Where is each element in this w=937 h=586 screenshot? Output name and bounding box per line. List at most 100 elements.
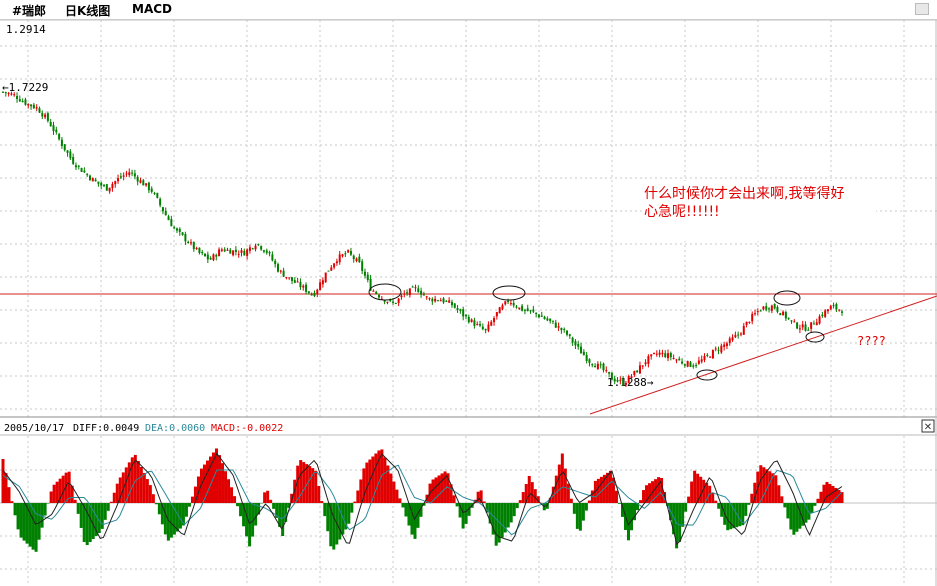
candle-body [841, 311, 843, 313]
candle-body [324, 272, 327, 283]
candle-body [481, 326, 484, 330]
candle-body [316, 289, 319, 295]
candle-body [291, 277, 294, 281]
candle-body [692, 365, 695, 367]
candle-body [319, 282, 322, 291]
candle-body [212, 254, 215, 261]
candle-body [498, 307, 501, 314]
candle-body [546, 318, 549, 321]
candle-body [518, 307, 521, 310]
candle-body [344, 253, 347, 255]
candle-body [669, 353, 672, 358]
candle-body [456, 308, 459, 310]
candle-body [647, 356, 650, 364]
candle-body [608, 371, 611, 374]
candle-body [237, 253, 240, 255]
candle-body [507, 300, 510, 303]
candle-body [801, 324, 804, 328]
candle-body [838, 309, 841, 311]
candle-body [773, 304, 776, 309]
candle-body [613, 378, 616, 382]
candle-body [268, 252, 271, 254]
macd-label: MACD:-0.0022 [211, 423, 283, 434]
candle-body [737, 334, 740, 336]
candle-body [568, 334, 571, 336]
candle-body [810, 322, 813, 329]
candle-body [394, 302, 397, 304]
candle-body [720, 345, 723, 353]
candle-body [83, 170, 86, 173]
candle-body [103, 185, 106, 187]
candle-body [347, 250, 350, 253]
candle-body [697, 360, 700, 364]
candle-body [276, 264, 279, 272]
candle-body [204, 253, 207, 257]
candle-body [198, 247, 201, 253]
candle-body [128, 172, 131, 176]
candle-body [585, 354, 588, 362]
candle-body [403, 293, 406, 295]
candle-body [159, 198, 162, 206]
candle-body [563, 328, 566, 330]
candle-body [265, 250, 268, 253]
candle-body [672, 358, 675, 360]
candle-body [392, 301, 395, 303]
candle-body [366, 274, 369, 281]
candle-body [274, 260, 277, 265]
close-icon[interactable]: ✕ [924, 422, 932, 433]
candle-body [796, 322, 799, 329]
candle-body [739, 333, 742, 335]
candle-body [616, 379, 619, 382]
candle-body [683, 364, 686, 366]
candle-body [448, 300, 451, 303]
candle-body [122, 175, 125, 177]
candle-body [80, 168, 83, 172]
candle-body [678, 358, 681, 361]
candle-body [94, 179, 97, 182]
candle-body [577, 343, 580, 347]
candle-body [349, 250, 352, 255]
candle-body [52, 125, 55, 132]
candle-body [605, 370, 608, 372]
candle-body [501, 305, 504, 310]
candle-body [762, 306, 765, 310]
candle-body [493, 318, 496, 323]
candle-body [512, 302, 515, 306]
candle-body [282, 270, 285, 277]
candle-body [27, 103, 30, 106]
candle-body [55, 129, 58, 133]
candle-body [285, 277, 288, 279]
candle-body [156, 192, 159, 198]
candle-body [361, 261, 364, 271]
candle-body [731, 337, 734, 341]
candle-body [467, 316, 470, 323]
candle-body [714, 348, 717, 350]
candle-body [173, 227, 176, 229]
candle-body [453, 303, 456, 308]
candle-body [560, 327, 563, 331]
candle-body [411, 286, 414, 288]
candle-body [431, 298, 434, 302]
candle-body [689, 362, 692, 367]
candle-body [195, 248, 198, 250]
candle-body [445, 300, 448, 302]
candle-body [386, 301, 389, 303]
candle-body [58, 134, 61, 140]
candle-body [117, 178, 120, 182]
candle-body [706, 354, 709, 356]
candle-body [105, 184, 108, 191]
candle-body [509, 303, 512, 305]
candle-body [812, 323, 815, 325]
candle-body [378, 295, 381, 298]
candle-body [450, 301, 453, 306]
candle-body [434, 298, 437, 302]
candle-body [826, 309, 829, 312]
candle-body [709, 356, 712, 358]
candle-body [234, 249, 237, 252]
question-mark-label: ???? [857, 334, 886, 348]
candle-body [38, 108, 41, 113]
candle-body [184, 234, 187, 242]
candle-body [72, 157, 75, 164]
candle-body [554, 322, 557, 328]
candle-body [459, 309, 462, 311]
